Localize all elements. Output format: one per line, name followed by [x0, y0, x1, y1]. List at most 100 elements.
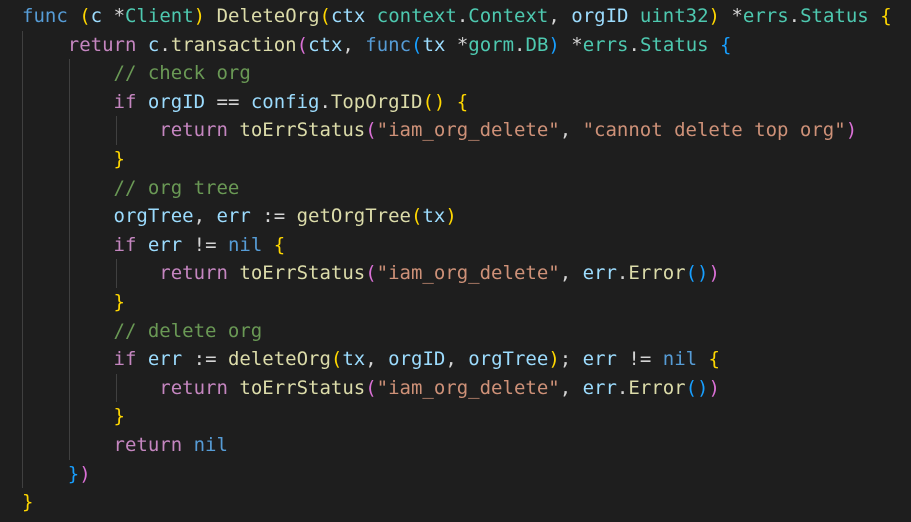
indent-guide [22, 430, 23, 460]
code-token: . [616, 262, 629, 285]
code-token: Status [800, 5, 869, 27]
code-token: transaction [170, 33, 297, 56]
code-line[interactable]: } [0, 144, 911, 174]
code-token: return [67, 33, 137, 56]
indent-guide [22, 259, 23, 288]
code-token: . [514, 33, 526, 56]
code-token: } [113, 147, 125, 170]
code-token: ) [79, 462, 91, 485]
code-token: config [250, 90, 320, 113]
code-token: ( [79, 5, 91, 27]
code-token: nil [193, 433, 228, 456]
code-token: "cannot delete top org" [582, 119, 846, 142]
code-line[interactable]: } [0, 488, 911, 517]
indent-guide [69, 287, 70, 317]
code-line[interactable]: func (c *Client) DeleteOrg(ctx context.C… [0, 2, 911, 31]
code-token: gorm [468, 33, 515, 56]
code-token: err [582, 348, 617, 371]
code-line[interactable]: return toErrStatus("iam_org_delete", "ca… [0, 116, 911, 145]
code-token: * [445, 33, 469, 56]
indent-guide [116, 373, 117, 403]
code-token: ctx [330, 5, 366, 27]
code-token: ) [193, 5, 206, 27]
code-token: , [342, 33, 366, 56]
code-line[interactable]: } [0, 402, 911, 431]
code-token: ) [708, 376, 720, 399]
code-token: { [708, 348, 720, 371]
indent-guide [69, 87, 70, 117]
code-token: ) [708, 262, 720, 285]
code-token: , [548, 5, 572, 27]
code-line[interactable]: return nil [0, 430, 911, 460]
code-line[interactable]: return c.transaction(ctx, func(tx *gorm.… [0, 30, 911, 60]
code-token: getOrgTree [296, 205, 411, 228]
code-line[interactable]: if err := deleteOrg(tx, orgID, orgTree);… [0, 345, 911, 374]
indent-guide [69, 316, 70, 346]
indent-guide [22, 287, 23, 317]
code-token: "iam_org_delete" [376, 376, 560, 399]
code-token: tx [342, 348, 366, 371]
code-token: nil [227, 233, 263, 256]
indent-guide [69, 173, 70, 203]
code-token: ( [365, 262, 377, 285]
code-line[interactable]: if err != nil { [0, 230, 911, 260]
code-token: . [159, 33, 171, 56]
indent-guide [22, 345, 23, 374]
code-token: Error [628, 376, 686, 399]
code-line[interactable]: // delete org [0, 316, 911, 346]
code-token: ; [559, 348, 583, 371]
code-editor[interactable]: func (c *Client) DeleteOrg(ctx context.C… [0, 0, 911, 522]
code-line[interactable]: return toErrStatus("iam_org_delete", err… [0, 259, 911, 288]
indent-guide [69, 144, 70, 174]
indent-guide [69, 345, 70, 374]
code-token: ( [330, 348, 343, 371]
code-token: { [720, 33, 732, 56]
code-line[interactable]: orgTree, err := getOrgTree(tx) [0, 202, 911, 231]
code-line[interactable]: // check org [0, 59, 911, 88]
code-token: ) [548, 33, 560, 56]
code-token: ( [411, 33, 423, 56]
code-token: ) [845, 119, 858, 142]
code-token: c [90, 5, 103, 27]
code-token: "iam_org_delete" [376, 119, 560, 142]
code-token: ( [410, 205, 423, 228]
code-line[interactable]: // org tree [0, 173, 911, 203]
code-token: uint32 [639, 5, 709, 27]
code-line[interactable]: }) [0, 459, 911, 489]
code-token: != [182, 233, 228, 256]
code-line[interactable]: if orgID == config.TopOrgID() { [0, 87, 911, 117]
indent-guide [69, 230, 70, 260]
code-line[interactable]: return toErrStatus("iam_org_delete", err… [0, 373, 911, 403]
code-token: Context [468, 5, 549, 27]
indent-guide [69, 430, 70, 460]
code-token: tx [422, 33, 446, 56]
code-token: // check org [113, 62, 251, 85]
code-token: err [582, 262, 617, 285]
code-token: orgID [388, 348, 446, 371]
indent-guide [69, 202, 70, 231]
indent-guide [22, 459, 23, 489]
indent-guide [69, 373, 70, 403]
code-token: errs [742, 5, 789, 27]
code-token: { [273, 233, 286, 256]
code-token: != [616, 348, 663, 371]
code-line[interactable]: } [0, 287, 911, 317]
indent-guide [22, 230, 23, 260]
code-token: toErrStatus [239, 262, 366, 285]
code-token: orgTree [468, 348, 549, 371]
code-token: , [559, 262, 583, 285]
code-token: ) [445, 205, 457, 228]
